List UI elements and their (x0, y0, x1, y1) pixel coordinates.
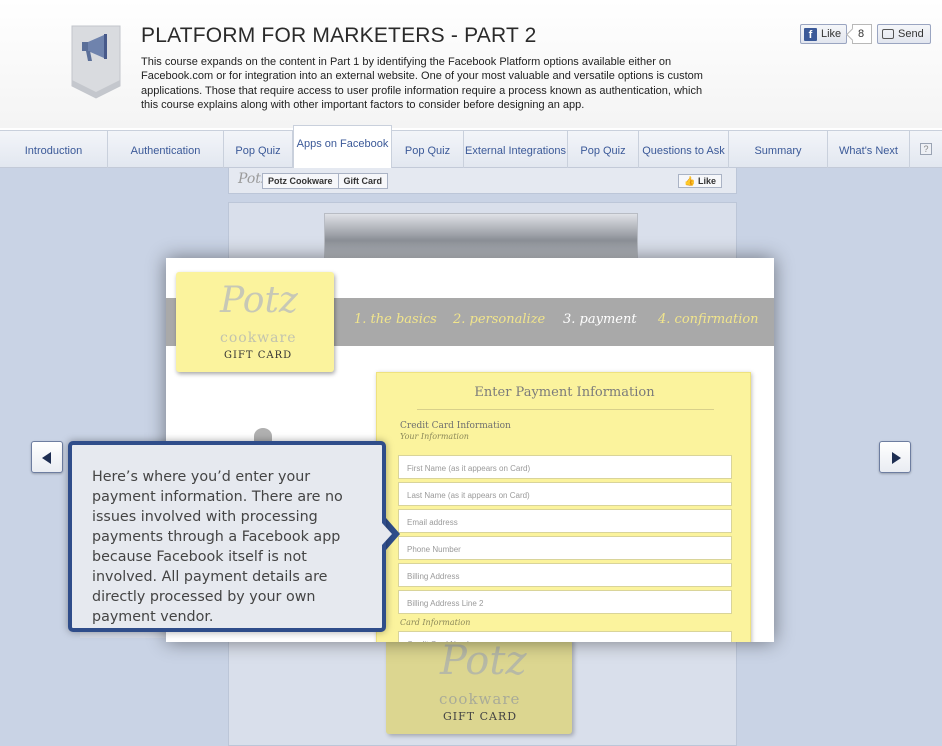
background-breadcrumb: Potz Cookware Gift Card (262, 173, 389, 189)
card-number-field[interactable]: Credit Card Number (398, 631, 732, 642)
background-app-header: Potz Potz Cookware Gift Card 👍 Like (228, 168, 737, 194)
course-title: PLATFORM FOR MARKETERS - PART 2 (141, 24, 537, 47)
tab-questions-to-ask[interactable]: Questions to Ask (639, 131, 729, 168)
send-label: Send (898, 28, 924, 40)
billing-address-2-field[interactable]: Billing Address Line 2 (398, 590, 732, 614)
like-label: Like (821, 28, 842, 40)
background-like-button: 👍 Like (678, 174, 722, 188)
course-tab-bar: Introduction Authentication Pop Quiz App… (0, 125, 942, 168)
gift-card: Potz cookware GIFT CARD (176, 272, 334, 372)
tab-summary[interactable]: Summary (729, 131, 828, 168)
tab-introduction[interactable]: Introduction (0, 131, 108, 168)
step-personalize: 2. personalize (453, 312, 546, 327)
billing-address-field[interactable]: Billing Address (398, 563, 732, 587)
gift-card-label: GIFT CARD (224, 350, 293, 361)
cookware-image (324, 213, 638, 259)
next-slide-button[interactable] (879, 441, 911, 473)
step-payment: 3. payment (563, 312, 637, 327)
gift-card-brand: cookware (439, 690, 521, 708)
callout-pointer-fill (382, 523, 392, 545)
facebook-like-button[interactable]: f Like (800, 24, 848, 44)
gift-card-brand: cookware (220, 330, 297, 346)
callout-text: Here’s where you’d enter your payment in… (92, 469, 343, 625)
facebook-icon: f (804, 27, 817, 41)
step-confirmation: 4. confirmation (658, 312, 759, 327)
previous-slide-button[interactable] (31, 441, 63, 473)
gift-card-label: GIFT CARD (443, 710, 518, 723)
your-information-label: Your Information (400, 432, 469, 441)
tab-pop-quiz-2[interactable]: Pop Quiz (392, 131, 464, 168)
phone-field[interactable]: Phone Number (398, 536, 732, 560)
tab-pop-quiz-3[interactable]: Pop Quiz (568, 131, 639, 168)
gift-card-logo: Potz (440, 638, 527, 684)
card-information-label: Card Information (400, 618, 471, 627)
payment-form-title: Enter Payment Information (474, 385, 655, 400)
last-name-field[interactable]: Last Name (as it appears on Card) (398, 482, 732, 506)
course-header: PLATFORM FOR MARKETERS - PART 2 This cou… (0, 0, 942, 128)
megaphone-icon (71, 25, 121, 99)
facebook-send-button[interactable]: Send (877, 24, 931, 44)
tab-authentication[interactable]: Authentication (108, 131, 224, 168)
divider (417, 409, 714, 410)
breadcrumb-item: Potz Cookware (268, 176, 333, 186)
send-icon (882, 29, 894, 39)
right-arrow-icon (892, 452, 901, 464)
step-basics: 1. the basics (354, 312, 437, 327)
email-field[interactable]: Email address (398, 509, 732, 533)
tab-external-integrations[interactable]: External Integrations (464, 131, 568, 168)
course-description: This course expands on the content in Pa… (141, 56, 703, 111)
help-icon: ? (920, 143, 932, 155)
info-callout: Here’s where you’d enter your payment in… (68, 441, 386, 632)
tab-apps-on-facebook[interactable]: Apps on Facebook (293, 125, 392, 168)
tab-pop-quiz-1[interactable]: Pop Quiz (224, 131, 293, 168)
help-button[interactable]: ? (910, 131, 942, 167)
first-name-field[interactable]: First Name (as it appears on Card) (398, 455, 732, 479)
gift-card-logo: Potz (220, 280, 298, 321)
background-gift-card: Potz cookware GIFT CARD (386, 638, 572, 734)
payment-form: Enter Payment Information Credit Card In… (376, 372, 751, 642)
credit-card-section-title: Credit Card Information (400, 421, 511, 431)
like-count: 8 (852, 24, 872, 44)
left-arrow-icon (42, 452, 51, 464)
tab-whats-next[interactable]: What's Next (828, 131, 910, 168)
breadcrumb-item: Gift Card (337, 174, 388, 188)
